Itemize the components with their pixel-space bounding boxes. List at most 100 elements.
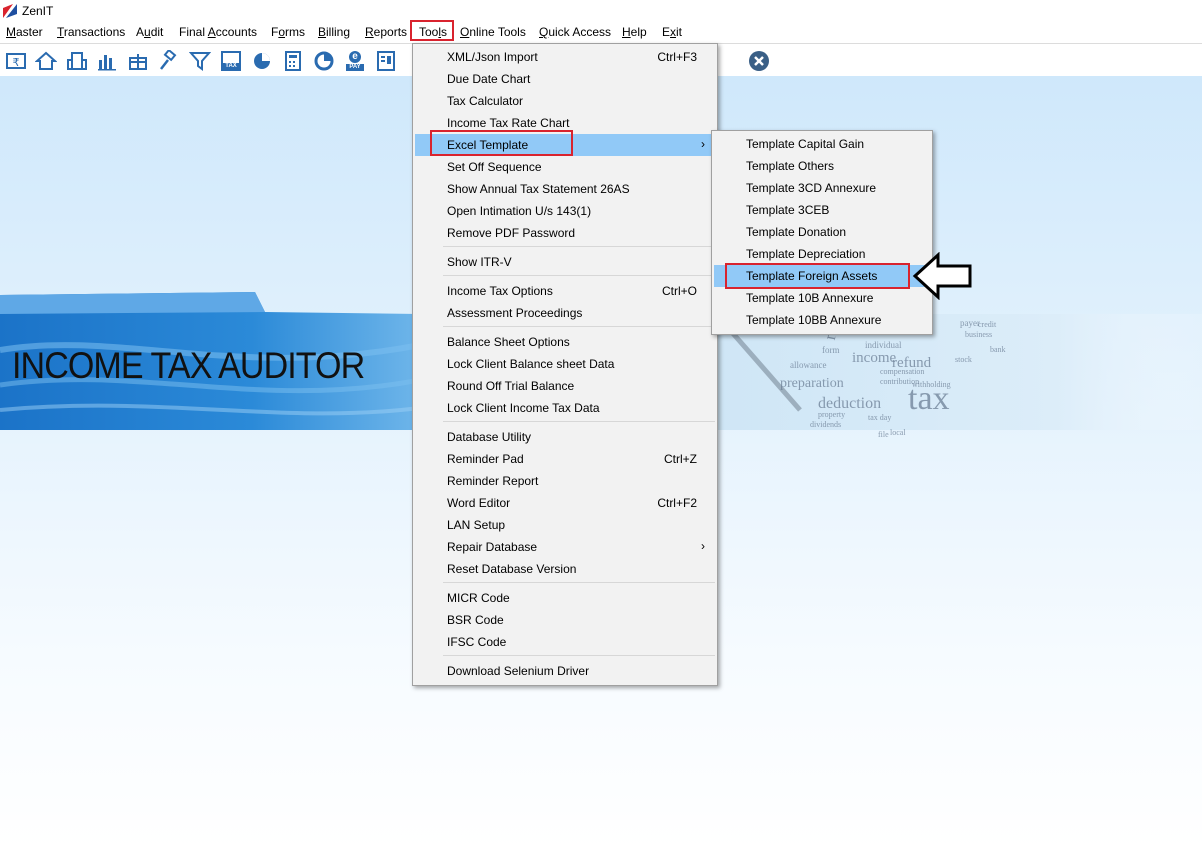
menu-item-label: Due Date Chart <box>447 72 531 86</box>
menu-item-label: Assessment Proceedings <box>447 306 583 320</box>
close-circle-icon[interactable] <box>748 50 770 72</box>
submenu-item-template-capital-gain[interactable]: Template Capital Gain <box>714 133 930 155</box>
submenu-item-template-3cd-annexure[interactable]: Template 3CD Annexure <box>714 177 930 199</box>
menu-item-label: Template 10B Annexure <box>746 291 874 305</box>
menu-label-part: aster <box>16 25 43 39</box>
calculator-icon[interactable] <box>282 50 304 72</box>
tools-item-show-annual-tax-statement-26as[interactable]: Show Annual Tax Statement 26AS <box>415 178 715 200</box>
menu-item-label: Template Donation <box>746 225 847 239</box>
epay-icon[interactable]: e PAY <box>344 50 366 72</box>
tools-item-show-itr-v[interactable]: Show ITR-V <box>415 251 715 273</box>
rupee-card-icon[interactable]: ₹ <box>5 50 27 72</box>
gift-icon[interactable] <box>127 50 149 72</box>
tools-item-xml-json-import[interactable]: XML/Json Import Ctrl+F3 <box>415 46 715 68</box>
svg-text:₹: ₹ <box>13 56 20 69</box>
banner-word: file <box>878 430 889 439</box>
menu-item-label: Remove PDF Password <box>447 226 576 240</box>
tools-item-remove-pdf-password[interactable]: Remove PDF Password <box>415 222 715 244</box>
tools-item-micr-code[interactable]: MICR Code <box>415 587 715 609</box>
pay-badge-text: PAY <box>349 64 361 70</box>
menu-label-part: Final <box>179 25 208 39</box>
tools-menu-highlight-box <box>410 20 454 41</box>
menu-accelerator: A <box>207 25 216 39</box>
grid-doc-icon[interactable] <box>375 50 397 72</box>
tools-item-bsr-code[interactable]: BSR Code <box>415 609 715 631</box>
menu-forms[interactable]: Forms <box>271 25 305 39</box>
menu-exit[interactable]: Exit <box>662 25 682 39</box>
gavel-icon[interactable] <box>158 48 180 72</box>
menu-item-label: MICR Code <box>447 591 510 605</box>
menu-item-label: Template 3CEB <box>746 203 830 217</box>
foreign-assets-highlight-box <box>725 263 910 289</box>
tools-item-assessment-proceedings[interactable]: Assessment Proceedings <box>415 302 715 324</box>
excel-template-submenu: Template Capital Gain Template Others Temp… <box>711 130 933 335</box>
submenu-item-template-10b-annexure[interactable]: Template 10B Annexure <box>714 287 930 309</box>
menu-item-label: Set Off Sequence <box>447 160 542 174</box>
banner-word: property <box>818 410 846 419</box>
tax-icon[interactable]: TAX <box>220 50 242 72</box>
submenu-item-template-10bb-annexure[interactable]: Template 10BB Annexure <box>714 309 930 331</box>
tools-item-set-off-sequence[interactable]: Set Off Sequence <box>415 156 715 178</box>
tools-item-word-editor[interactable]: Word Editor Ctrl+F2 <box>415 492 715 514</box>
tools-item-reset-database-version[interactable]: Reset Database Version <box>415 558 715 580</box>
menu-item-shortcut: Ctrl+F3 <box>657 50 697 64</box>
menu-online-tools[interactable]: Online Tools <box>460 25 526 39</box>
chevron-right-icon: › <box>701 137 705 151</box>
pie-refresh-icon[interactable] <box>251 50 273 72</box>
building-icon[interactable] <box>66 50 88 72</box>
excel-template-highlight-box <box>430 130 573 156</box>
menu-transactions[interactable]: Transactions <box>57 25 125 39</box>
pointer-arrow-icon <box>912 252 972 300</box>
submenu-item-template-others[interactable]: Template Others <box>714 155 930 177</box>
tools-item-lan-setup[interactable]: LAN Setup <box>415 514 715 536</box>
filter-icon[interactable] <box>188 50 212 72</box>
menu-master[interactable]: Master <box>6 25 43 39</box>
menu-item-shortcut: Ctrl+Z <box>664 452 697 466</box>
banner-word: allowance <box>790 360 827 370</box>
menu-item-label: Round Off Trial Balance <box>447 379 575 393</box>
menu-item-label: Show Annual Tax Statement 26AS <box>447 182 630 196</box>
tools-item-lock-client-income-tax-data[interactable]: Lock Client Income Tax Data <box>415 397 715 419</box>
submenu-item-template-depreciation[interactable]: Template Depreciation <box>714 243 930 265</box>
menu-quick-access[interactable]: Quick Access <box>539 25 611 39</box>
menu-accelerator: Q <box>539 25 549 39</box>
banner-title: INCOME TAX AUDITOR <box>12 345 365 386</box>
donut-chart-icon[interactable] <box>313 50 335 72</box>
menu-separator <box>443 326 715 327</box>
menu-item-label: Reminder Pad <box>447 452 524 466</box>
menu-billing[interactable]: Billing <box>318 25 350 39</box>
menu-final-accounts[interactable]: Final Accounts <box>179 25 257 39</box>
tools-item-database-utility[interactable]: Database Utility <box>415 426 715 448</box>
menu-separator <box>443 421 715 422</box>
bar-chart-icon[interactable] <box>96 50 118 72</box>
tools-item-open-intimation-u-s-143-1[interactable]: Open Intimation U/s 143(1) <box>415 200 715 222</box>
menu-item-label: Income Tax Options <box>447 284 553 298</box>
banner-word: form <box>822 345 840 355</box>
tools-item-download-selenium-driver[interactable]: Download Selenium Driver <box>415 660 715 682</box>
menu-audit[interactable]: Audit <box>136 25 163 39</box>
tools-item-round-off-trial-balance[interactable]: Round Off Trial Balance <box>415 375 715 397</box>
menu-label-part: E <box>662 25 671 39</box>
tools-item-repair-database[interactable]: Repair Database › <box>415 536 715 558</box>
menu-help[interactable]: Help <box>622 25 647 39</box>
tools-item-due-date-chart[interactable]: Due Date Chart <box>415 68 715 90</box>
menu-bar: Master Transactions Audit Final Accounts For… <box>0 22 1202 44</box>
menu-item-label: Word Editor <box>447 496 511 510</box>
home-icon[interactable] <box>34 50 58 72</box>
submenu-item-template-donation[interactable]: Template Donation <box>714 221 930 243</box>
tools-item-ifsc-code[interactable]: IFSC Code <box>415 631 715 653</box>
menu-reports[interactable]: Reports <box>365 25 407 39</box>
tools-item-income-tax-options[interactable]: Income Tax Options Ctrl+O <box>415 280 715 302</box>
menu-accelerator: R <box>365 25 374 39</box>
tools-item-reminder-pad[interactable]: Reminder Pad Ctrl+Z <box>415 448 715 470</box>
menu-item-label: Template 10BB Annexure <box>746 313 882 327</box>
tools-item-lock-client-balance-sheet-data[interactable]: Lock Client Balance sheet Data <box>415 353 715 375</box>
submenu-item-template-3ceb[interactable]: Template 3CEB <box>714 199 930 221</box>
tools-item-balance-sheet-options[interactable]: Balance Sheet Options <box>415 331 715 353</box>
menu-item-label: Template Others <box>746 159 835 173</box>
tools-item-reminder-report[interactable]: Reminder Report <box>415 470 715 492</box>
menu-item-label: Repair Database <box>447 540 538 554</box>
menu-label-part: nline Tools <box>469 25 526 39</box>
menu-item-label: Balance Sheet Options <box>447 335 570 349</box>
tools-item-tax-calculator[interactable]: Tax Calculator <box>415 90 715 112</box>
